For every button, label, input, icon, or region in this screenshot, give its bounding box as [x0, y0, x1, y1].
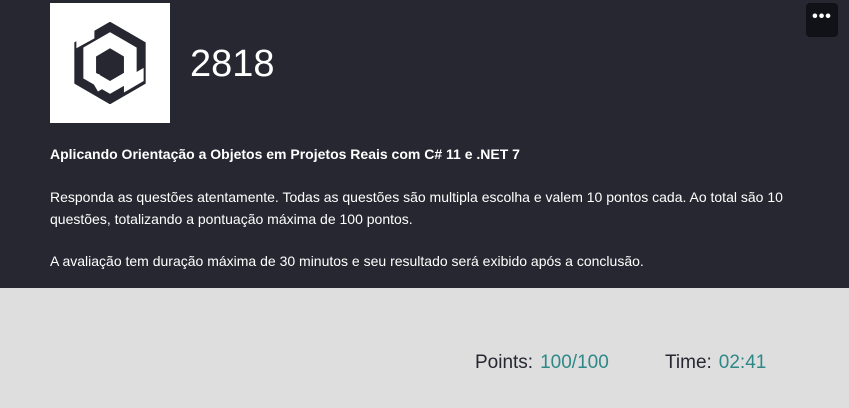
points-stat: Points: 100/100: [475, 351, 609, 375]
points-value: 100/100: [540, 352, 609, 373]
time-label: Time:: [665, 352, 712, 373]
course-title: Aplicando Orientação a Objetos em Projet…: [50, 146, 520, 162]
hexagon-cube-icon: [74, 22, 146, 104]
course-code: 2818: [190, 43, 275, 85]
duration-note: A avaliação tem duração máxima de 30 min…: [50, 253, 644, 269]
time-value: 02:41: [718, 352, 767, 373]
course-header-panel: 2818 ••• Aplicando Orientação a Objetos …: [0, 0, 849, 288]
more-horizontal-icon: •••: [812, 8, 832, 25]
time-stat: Time: 02:41: [665, 351, 766, 375]
instructions-text: Responda as questões atentamente. Todas …: [50, 189, 783, 227]
assessment-page: 2818 ••• Aplicando Orientação a Objetos …: [0, 0, 849, 408]
course-logo: [50, 3, 170, 123]
points-label: Points:: [475, 352, 534, 373]
more-options-button[interactable]: •••: [806, 3, 838, 37]
